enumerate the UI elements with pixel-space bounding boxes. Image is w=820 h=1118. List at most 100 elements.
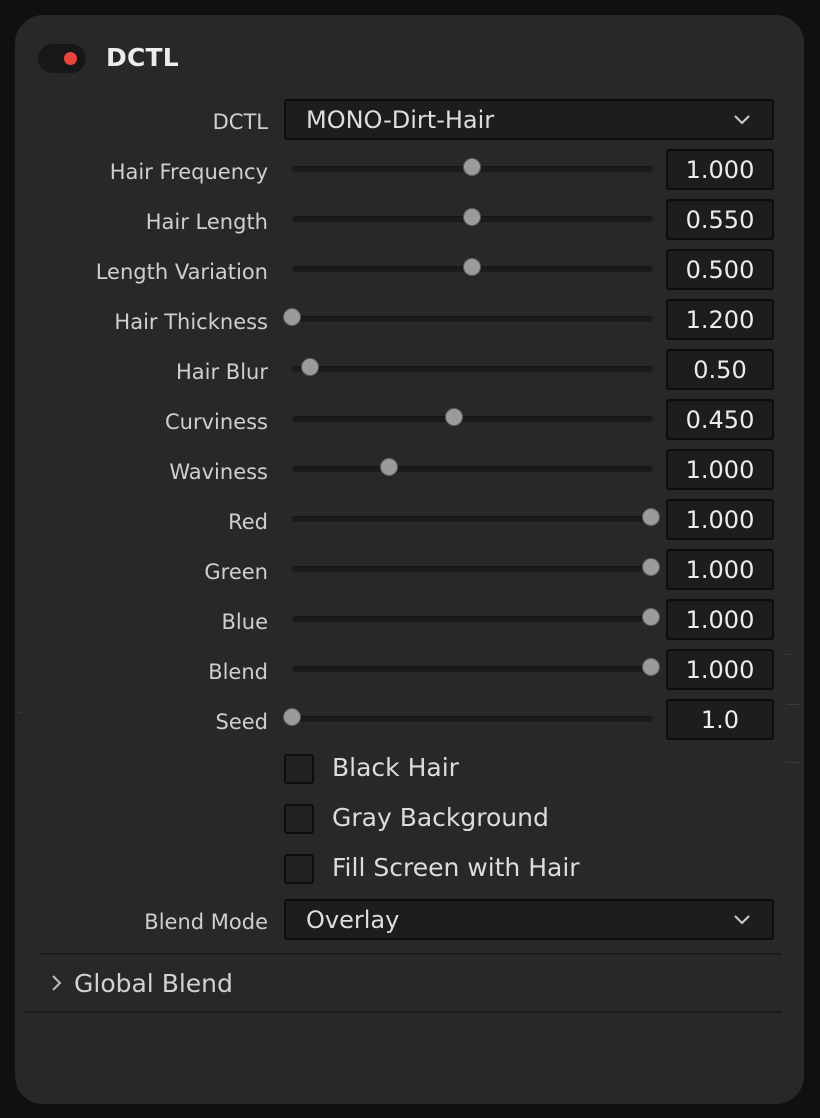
- blend-mode-row: Blend Mode Overlay: [15, 898, 804, 948]
- curviness-value-field[interactable]: 0.450: [666, 399, 774, 440]
- blend-value-field[interactable]: 1.000: [666, 649, 774, 690]
- edge-mark: [786, 762, 800, 763]
- waviness-slider-track[interactable]: [292, 466, 653, 472]
- red-value-field[interactable]: 1.000: [666, 499, 774, 540]
- green-slider-track[interactable]: [292, 566, 653, 572]
- blue-value-field[interactable]: 1.000: [666, 599, 774, 640]
- curviness-slider-handle[interactable]: [444, 408, 463, 426]
- red-slider-handle[interactable]: [642, 508, 660, 526]
- section-divider: [39, 953, 782, 955]
- curviness-slider-track[interactable]: [292, 416, 653, 422]
- seed-value-field[interactable]: 1.0: [666, 699, 774, 740]
- blend-mode-dropdown[interactable]: Overlay: [284, 899, 774, 940]
- chevron-down-icon: [734, 115, 750, 125]
- hair-frequency-label: Hair Frequency: [109, 160, 268, 184]
- enable-toggle[interactable]: [38, 44, 86, 73]
- red-value-text: 1.000: [685, 506, 755, 534]
- chevron-right-icon: [52, 975, 62, 991]
- hair-length-value-field[interactable]: 0.550: [666, 199, 774, 240]
- dctl-panel: DCTL DCTL MONO-Dirt-Hair Hair Frequency 1…: [15, 15, 804, 1104]
- hair-frequency-value-text: 1.000: [685, 156, 755, 184]
- length-variation-value-text: 0.500: [685, 256, 755, 284]
- curviness-label: Curviness: [165, 410, 268, 434]
- slider-row-hair-length: Hair Length 0.550: [15, 198, 804, 248]
- edge-mark: [786, 654, 792, 655]
- bottom-divider: [25, 1011, 782, 1013]
- hair-frequency-slider-handle[interactable]: [462, 158, 481, 176]
- hair-length-value-text: 0.550: [685, 206, 755, 234]
- blend-slider-handle[interactable]: [642, 658, 660, 676]
- slider-row-waviness: Waviness 1.000: [15, 448, 804, 498]
- blue-value-text: 1.000: [685, 606, 755, 634]
- hair-thickness-slider-handle[interactable]: [283, 308, 301, 326]
- global-blend-section[interactable]: Global Blend: [15, 960, 804, 1010]
- gray-background-checkbox[interactable]: [284, 804, 314, 834]
- green-value-text: 1.000: [685, 556, 755, 584]
- checkbox-row-fill-screen: Fill Screen with Hair: [15, 848, 804, 898]
- slider-row-hair-blur: Hair Blur 0.50: [15, 348, 804, 398]
- checkbox-row-gray-background: Gray Background: [15, 798, 804, 848]
- blue-slider-handle[interactable]: [642, 608, 660, 626]
- hair-thickness-value-field[interactable]: 1.200: [666, 299, 774, 340]
- dctl-select-label: DCTL: [212, 110, 268, 134]
- red-label: Red: [228, 510, 268, 534]
- edge-mark: [786, 704, 800, 705]
- gray-background-label: Gray Background: [332, 803, 549, 832]
- slider-row-red: Red 1.000: [15, 498, 804, 548]
- green-slider-handle[interactable]: [642, 558, 660, 576]
- dctl-select-dropdown[interactable]: MONO-Dirt-Hair: [284, 99, 774, 140]
- hair-blur-slider-handle[interactable]: [300, 358, 319, 376]
- blend-value-text: 1.000: [685, 656, 755, 684]
- waviness-label: Waviness: [169, 460, 268, 484]
- slider-row-blue: Blue 1.000: [15, 598, 804, 648]
- blend-slider-track[interactable]: [292, 666, 653, 672]
- hair-length-label: Hair Length: [145, 210, 268, 234]
- red-slider-track[interactable]: [292, 516, 653, 522]
- panel-title: DCTL: [106, 43, 179, 72]
- dctl-select-value: MONO-Dirt-Hair: [306, 106, 495, 134]
- toggle-indicator-dot: [64, 52, 77, 65]
- length-variation-value-field[interactable]: 0.500: [666, 249, 774, 290]
- hair-thickness-label: Hair Thickness: [114, 310, 268, 334]
- checkbox-row-black-hair: Black Hair: [15, 748, 804, 798]
- hair-thickness-slider-track[interactable]: [292, 316, 653, 322]
- hair-thickness-value-text: 1.200: [685, 306, 755, 334]
- waviness-value-text: 1.000: [685, 456, 755, 484]
- blend-mode-value: Overlay: [306, 906, 400, 934]
- length-variation-slider-handle[interactable]: [462, 258, 481, 276]
- blue-label: Blue: [221, 610, 268, 634]
- blend-label: Blend: [208, 660, 268, 684]
- blue-slider-track[interactable]: [292, 616, 653, 622]
- hair-frequency-value-field[interactable]: 1.000: [666, 149, 774, 190]
- green-value-field[interactable]: 1.000: [666, 549, 774, 590]
- hair-blur-slider-track[interactable]: [292, 366, 653, 372]
- waviness-value-field[interactable]: 1.000: [666, 449, 774, 490]
- length-variation-label: Length Variation: [95, 260, 268, 284]
- hair-blur-label: Hair Blur: [176, 360, 268, 384]
- black-hair-checkbox[interactable]: [284, 754, 314, 784]
- seed-slider-handle[interactable]: [283, 708, 301, 726]
- panel-header: DCTL: [15, 15, 804, 105]
- seed-label: Seed: [215, 710, 269, 734]
- slider-row-hair-thickness: Hair Thickness 1.200: [15, 298, 804, 348]
- slider-row-curviness: Curviness 0.450: [15, 398, 804, 448]
- fill-screen-checkbox[interactable]: [284, 854, 314, 884]
- seed-value-text: 1.0: [700, 706, 740, 734]
- slider-row-seed: Seed 1.0: [15, 698, 804, 748]
- dctl-select-row: DCTL MONO-Dirt-Hair: [15, 98, 804, 148]
- slider-row-green: Green 1.000: [15, 548, 804, 598]
- curviness-value-text: 0.450: [685, 406, 755, 434]
- fill-screen-label: Fill Screen with Hair: [332, 853, 580, 882]
- chevron-down-icon: [734, 915, 750, 925]
- blend-mode-label: Blend Mode: [144, 910, 268, 934]
- slider-row-hair-frequency: Hair Frequency 1.000: [15, 148, 804, 198]
- seed-slider-track[interactable]: [292, 716, 653, 722]
- green-label: Green: [204, 560, 268, 584]
- hair-blur-value-field[interactable]: 0.50: [666, 349, 774, 390]
- global-blend-label: Global Blend: [74, 969, 233, 998]
- slider-row-blend: Blend 1.000: [15, 648, 804, 698]
- waviness-slider-handle[interactable]: [379, 458, 398, 476]
- black-hair-label: Black Hair: [332, 753, 459, 782]
- hair-blur-value-text: 0.50: [693, 356, 747, 384]
- hair-length-slider-handle[interactable]: [462, 208, 481, 226]
